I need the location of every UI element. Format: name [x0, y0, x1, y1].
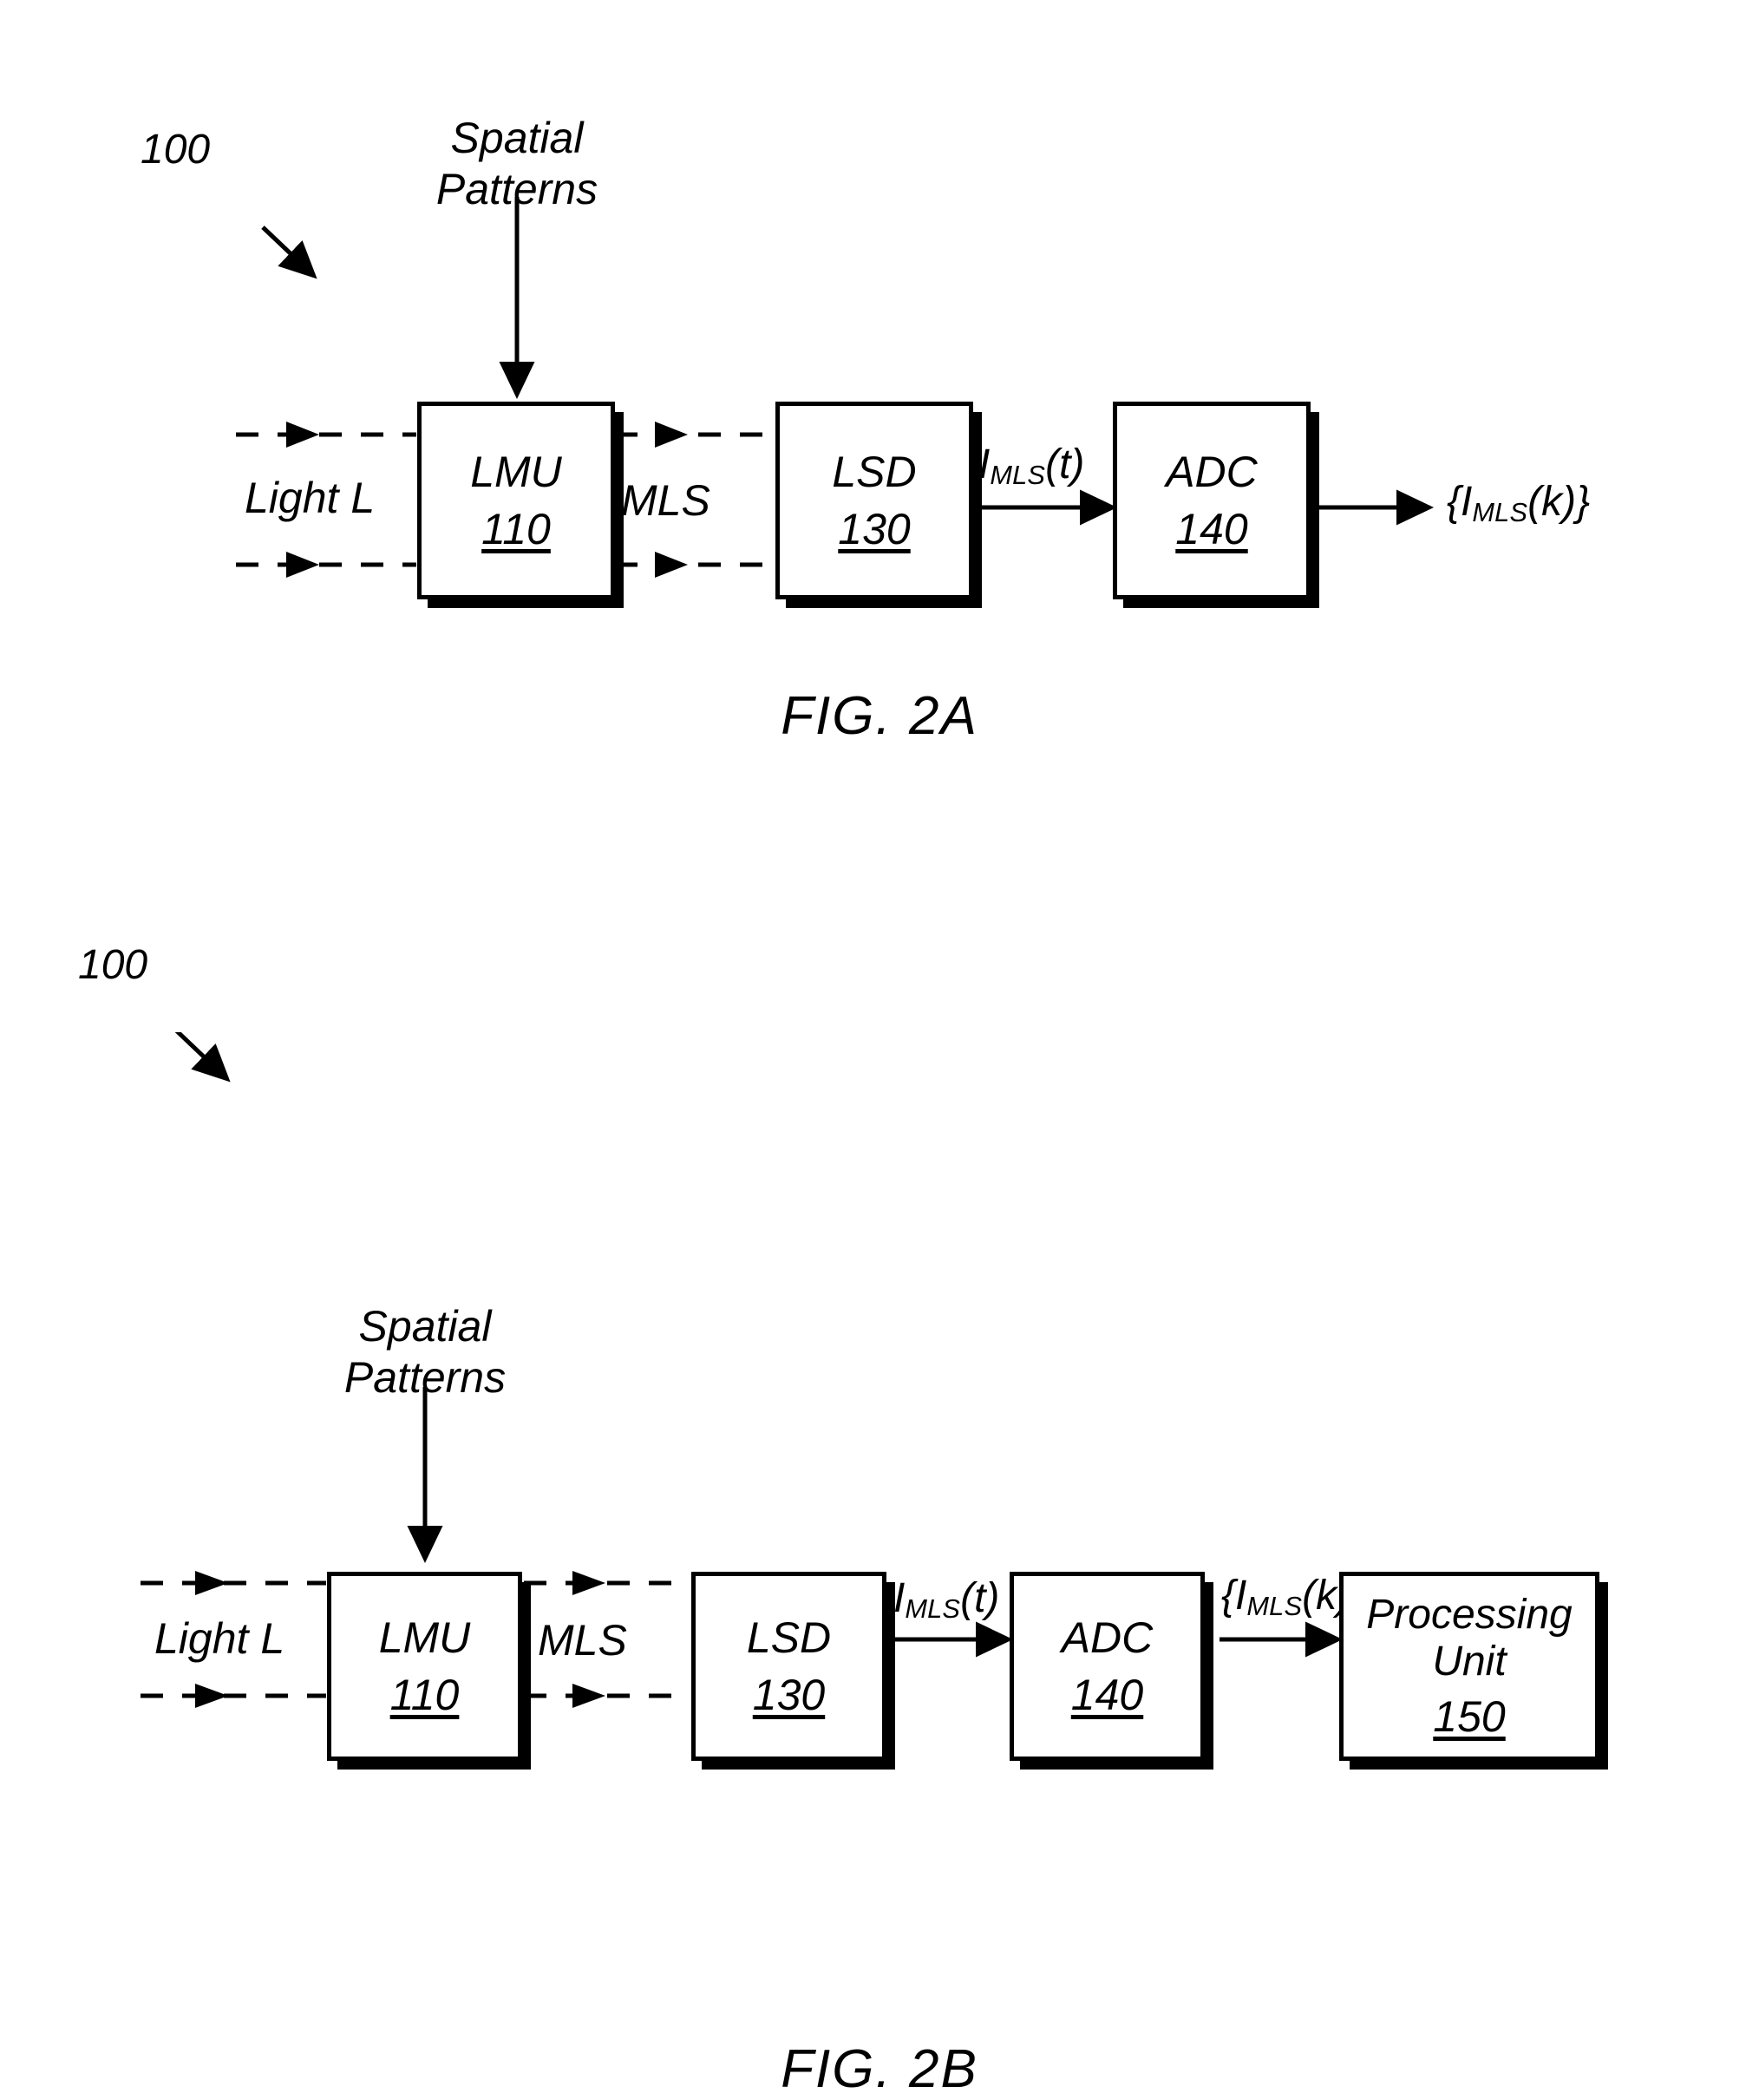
block-processing-unit-label-line-2: Unit [1432, 1639, 1507, 1685]
imls-t-tail-b: (t) [960, 1575, 1000, 1621]
figure-2b: 100 Spatial Patterns Light L LMU 110 MLS… [0, 942, 1759, 2099]
spatial-patterns-label: Spatial Patterns [401, 113, 633, 215]
figure-2a-caption: FIG. 2A [781, 686, 978, 746]
light-beam-top-arrowhead-b [195, 1571, 228, 1595]
block-lsd-label-b: LSD [746, 1613, 832, 1662]
light-input-label: Light L [245, 474, 376, 522]
imls-t-signal-label-b: IMLS(t) [893, 1574, 999, 1625]
block-adc-number: 140 [1175, 505, 1248, 553]
mls-signal-label-b: MLS [538, 1616, 627, 1665]
imls-k-subscript: MLS [1472, 496, 1528, 527]
spatial-patterns-line-2: Patterns [435, 165, 598, 213]
light-beam-bottom-arrowhead [286, 552, 319, 578]
block-lmu[interactable]: LMU 110 [417, 402, 615, 599]
mls-beam-top-arrowhead [655, 422, 688, 448]
spatial-patterns-line-1-b: Spatial [358, 1302, 492, 1351]
block-adc-label-b: ADC [1061, 1613, 1154, 1662]
light-input-label-b: Light L [154, 1614, 285, 1663]
imls-t-signal-label: IMLS(t) [978, 441, 1084, 491]
mls-beam-top-arrowhead-b [572, 1571, 605, 1595]
figure-2b-caption: FIG. 2B [781, 2039, 978, 2099]
spatial-patterns-line-1: Spatial [450, 114, 584, 162]
block-lmu-number-b: 110 [389, 1671, 460, 1719]
block-lsd-label: LSD [832, 448, 917, 496]
imls-k-tail: (k)} [1527, 479, 1591, 525]
imls-k-main-b: {I [1221, 1573, 1247, 1619]
mls-beam-bottom-arrowhead-b [572, 1684, 605, 1708]
imls-k-output-label: {IMLS(k)} [1447, 478, 1590, 528]
block-lmu-b[interactable]: LMU 110 [327, 1572, 522, 1761]
block-adc-label: ADC [1166, 448, 1258, 496]
block-lsd[interactable]: LSD 130 [775, 402, 973, 599]
imls-t-main-b: I [893, 1575, 906, 1621]
reference-leader-line-100 [261, 226, 317, 279]
imls-k-subscript-b: MLS [1246, 1590, 1303, 1621]
block-adc-b[interactable]: ADC 140 [1010, 1572, 1205, 1761]
imls-t-subscript: MLS [990, 459, 1046, 490]
reference-numeral-100-b: 100 [78, 942, 148, 988]
spatial-patterns-line-2-b: Patterns [343, 1353, 507, 1402]
imls-t-main: I [978, 442, 991, 487]
block-processing-unit[interactable]: Processing Unit 150 [1339, 1572, 1599, 1761]
figure-2a: 100 Spatial Patterns Light L LMU 110 MLS… [0, 0, 1759, 954]
imls-t-tail: (t) [1045, 442, 1085, 487]
mls-beam-bottom-arrowhead [655, 552, 688, 578]
block-lsd-b[interactable]: LSD 130 [691, 1572, 886, 1761]
block-adc[interactable]: ADC 140 [1113, 402, 1311, 599]
reference-leader-line-100-b [174, 1032, 231, 1083]
light-beam-top-arrowhead [286, 422, 319, 448]
block-lmu-label-b: LMU [378, 1613, 471, 1662]
block-lmu-label: LMU [470, 448, 562, 496]
block-lmu-number: 110 [481, 505, 551, 553]
mls-signal-label: MLS [621, 476, 710, 525]
imls-k-main: {I [1447, 479, 1473, 525]
spatial-patterns-label-b: Spatial Patterns [309, 1301, 541, 1403]
block-lsd-number-b: 130 [752, 1671, 826, 1719]
figure-2b-connectors [141, 1032, 1344, 1708]
block-processing-unit-label-line-1: Processing [1366, 1592, 1573, 1639]
reference-numeral-100: 100 [141, 127, 211, 173]
imls-t-subscript-b: MLS [905, 1593, 961, 1624]
block-adc-number-b: 140 [1070, 1671, 1144, 1719]
block-lsd-number: 130 [838, 505, 911, 553]
block-processing-unit-number: 150 [1433, 1691, 1506, 1741]
light-beam-bottom-arrowhead-b [195, 1684, 228, 1708]
